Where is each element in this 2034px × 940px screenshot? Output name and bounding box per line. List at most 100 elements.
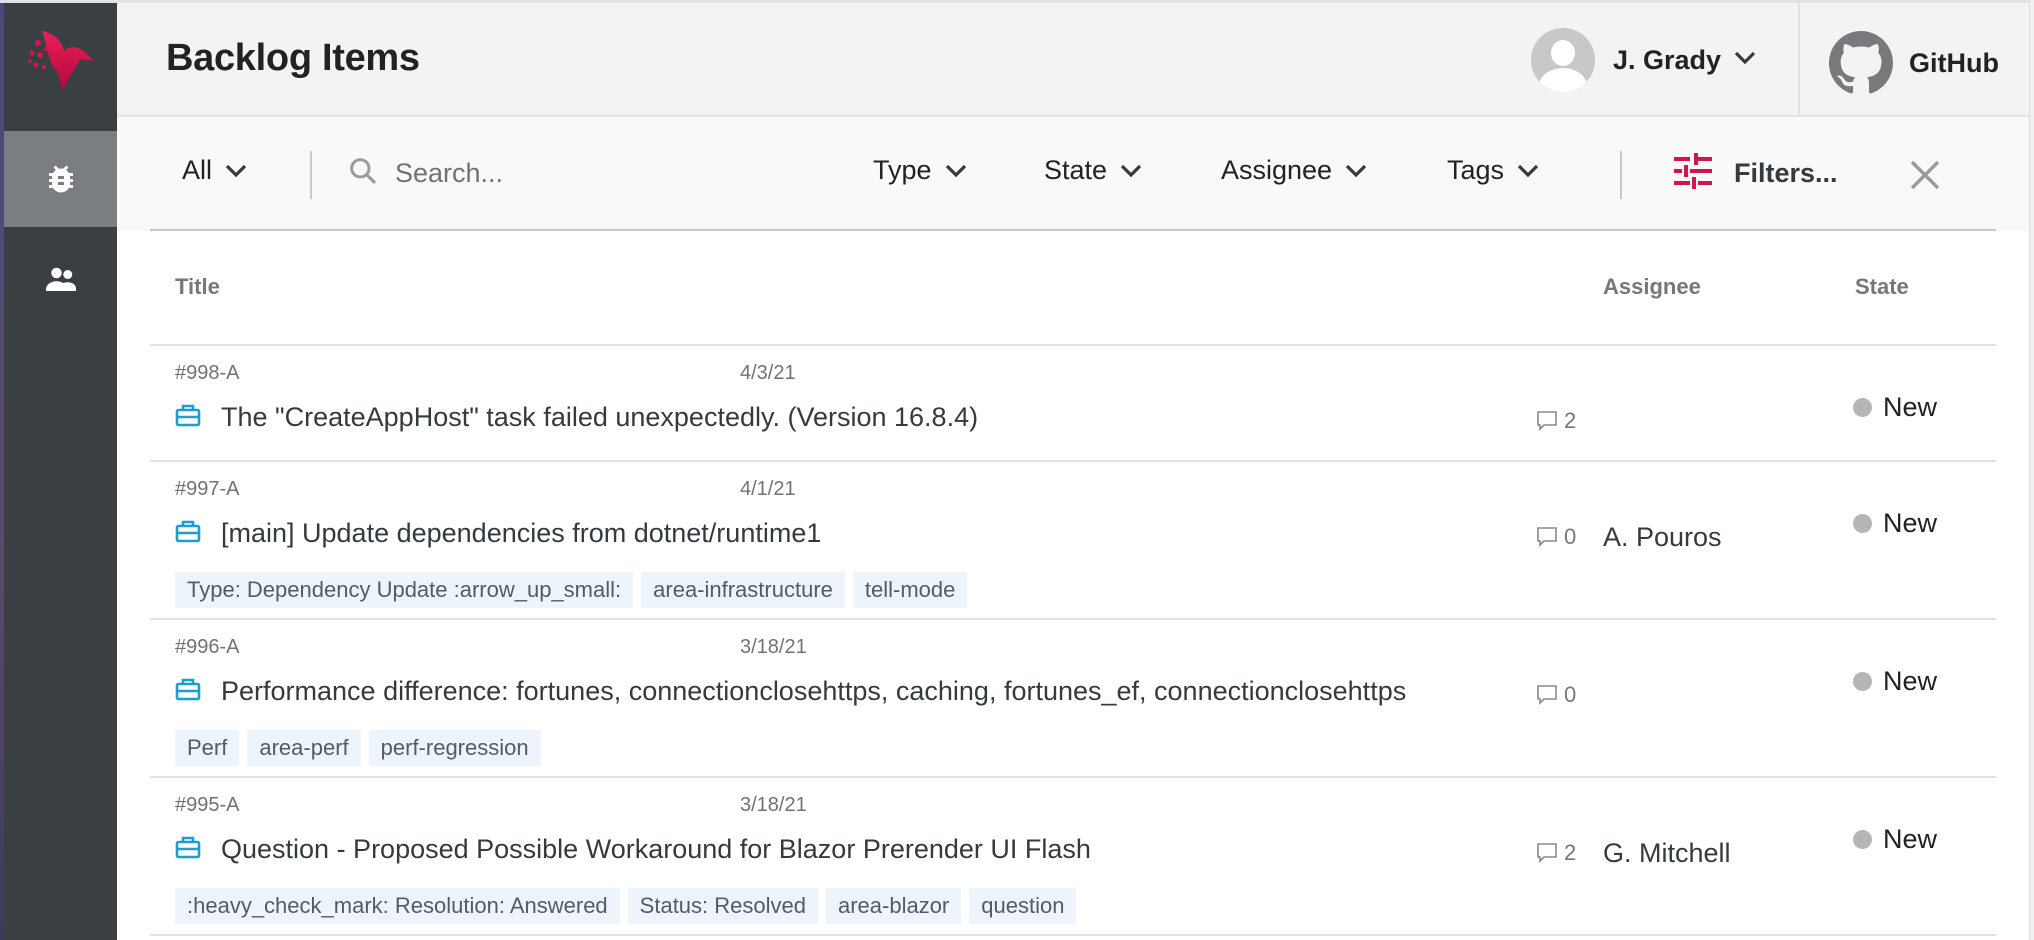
item-date: 4/1/21 bbox=[740, 478, 796, 500]
tag-chip[interactable]: :heavy_check_mark: Resolution: Answered bbox=[175, 888, 620, 924]
item-date: 4/3/21 bbox=[740, 362, 796, 384]
chevron-down-icon bbox=[224, 155, 248, 186]
item-id[interactable]: #998-A bbox=[175, 362, 240, 385]
sliders-icon bbox=[1674, 153, 1712, 194]
clear-filters-button[interactable] bbox=[1907, 157, 1943, 193]
item-title-line: Question - Proposed Possible Workaround … bbox=[175, 834, 1091, 865]
scope-label: All bbox=[182, 155, 213, 185]
page-header: Backlog Items J. Grady GitHub bbox=[117, 3, 2029, 117]
state-label: New bbox=[1883, 824, 1938, 854]
item-date: 3/18/21 bbox=[740, 794, 807, 816]
table-row[interactable]: #998-A 4/3/21 The "CreateAppHost" task fai… bbox=[150, 346, 1996, 462]
github-label: GitHub bbox=[1909, 47, 1999, 78]
chevron-down-icon bbox=[1119, 155, 1143, 186]
state-label: New bbox=[1883, 508, 1938, 538]
tag-list: Type: Dependency Update :arrow_up_small:… bbox=[175, 572, 968, 608]
state-filter-label: State bbox=[1044, 155, 1108, 185]
comment-count-value: 0 bbox=[1564, 682, 1577, 707]
sidebar-item-backlog[interactable] bbox=[4, 131, 117, 227]
user-name: J. Grady bbox=[1613, 44, 1722, 75]
state-label: New bbox=[1883, 666, 1938, 696]
item-title-line: The "CreateAppHost" task failed unexpect… bbox=[175, 402, 978, 433]
sidebar-item-team[interactable] bbox=[4, 231, 117, 327]
status-badge: New bbox=[1853, 824, 1937, 855]
column-header-state[interactable]: State bbox=[1855, 274, 1909, 300]
assignee-filter-dropdown[interactable]: Assignee bbox=[1221, 155, 1368, 186]
type-filter-label: Type bbox=[873, 155, 932, 185]
comment-count[interactable]: 0 bbox=[1536, 524, 1576, 550]
item-title[interactable]: Question - Proposed Possible Workaround … bbox=[221, 834, 1091, 865]
status-badge: New bbox=[1853, 666, 1937, 697]
user-menu[interactable]: J. Grady bbox=[1531, 27, 1757, 93]
filters-label: Filters... bbox=[1734, 158, 1838, 188]
comment-count-value: 0 bbox=[1564, 524, 1577, 549]
type-filter-dropdown[interactable]: Type bbox=[873, 155, 968, 186]
item-assignee: G. Mitchell bbox=[1603, 838, 1731, 868]
page-title: Backlog Items bbox=[166, 37, 420, 79]
tag-chip[interactable]: area-perf bbox=[247, 730, 361, 766]
item-title[interactable]: The "CreateAppHost" task failed unexpect… bbox=[221, 402, 978, 433]
search-box bbox=[347, 145, 847, 201]
comment-count[interactable]: 0 bbox=[1536, 682, 1576, 708]
comment-count-value: 2 bbox=[1564, 408, 1577, 433]
scope-dropdown[interactable]: All bbox=[182, 155, 248, 186]
state-dot-icon bbox=[1853, 398, 1872, 417]
avatar bbox=[1531, 28, 1595, 92]
tag-chip[interactable]: Type: Dependency Update :arrow_up_small: bbox=[175, 572, 634, 608]
tag-list: Perf area-perf perf-regression bbox=[175, 730, 541, 766]
comment-count[interactable]: 2 bbox=[1536, 408, 1576, 434]
tag-chip[interactable]: question bbox=[969, 888, 1077, 924]
task-briefcase-icon bbox=[175, 835, 201, 864]
table-row[interactable]: #995-A 3/18/21 Question - Proposed Possibl… bbox=[150, 778, 1996, 936]
column-header-assignee[interactable]: Assignee bbox=[1603, 274, 1701, 300]
toolbar-divider bbox=[1620, 151, 1622, 199]
chevron-down-icon bbox=[1733, 50, 1757, 71]
github-icon bbox=[1829, 31, 1893, 94]
item-title-line: Performance difference: fortunes, connec… bbox=[175, 676, 1406, 707]
filter-toolbar: All Type State Assignee Tags bbox=[117, 117, 2029, 231]
tag-list: :heavy_check_mark: Resolution: Answered S… bbox=[175, 888, 1077, 924]
app-window: Backlog Items J. Grady GitHub All Search… bbox=[0, 0, 2034, 940]
item-id[interactable]: #997-A bbox=[175, 478, 240, 501]
item-date: 3/18/21 bbox=[740, 636, 807, 658]
search-input[interactable] bbox=[395, 157, 815, 189]
status-badge: New bbox=[1853, 392, 1937, 423]
chevron-down-icon bbox=[1344, 155, 1368, 186]
comment-icon bbox=[1537, 527, 1557, 547]
toolbar-divider bbox=[310, 151, 312, 199]
assignee-filter-label: Assignee bbox=[1221, 155, 1333, 185]
toolbar-border bbox=[150, 229, 1996, 231]
tag-chip[interactable]: area-blazor bbox=[825, 888, 962, 924]
comment-icon bbox=[1537, 411, 1557, 431]
comment-count-value: 2 bbox=[1564, 840, 1577, 865]
table-row[interactable]: #996-A 3/18/21 Performance difference: for… bbox=[150, 620, 1996, 778]
bug-icon bbox=[48, 165, 73, 193]
comment-icon bbox=[1537, 843, 1557, 863]
tags-filter-dropdown[interactable]: Tags bbox=[1447, 155, 1540, 186]
tag-chip[interactable]: Perf bbox=[175, 730, 240, 766]
item-id[interactable]: #996-A bbox=[175, 636, 240, 659]
item-assignee: A. Pouros bbox=[1603, 522, 1722, 552]
tag-chip[interactable]: perf-regression bbox=[368, 730, 541, 766]
table-row[interactable]: #997-A 4/1/21 [main] Update dependencies f… bbox=[150, 462, 1996, 620]
bird-logo-icon[interactable] bbox=[18, 25, 100, 97]
item-id[interactable]: #995-A bbox=[175, 794, 240, 817]
github-link[interactable]: GitHub bbox=[1829, 31, 1999, 95]
state-dot-icon bbox=[1853, 672, 1872, 691]
close-icon bbox=[1910, 160, 1940, 190]
state-filter-dropdown[interactable]: State bbox=[1044, 155, 1143, 186]
window-edge bbox=[2029, 0, 2034, 940]
chevron-down-icon bbox=[1516, 155, 1540, 186]
item-title[interactable]: Performance difference: fortunes, connec… bbox=[221, 676, 1406, 707]
tag-chip[interactable]: Status: Resolved bbox=[627, 888, 818, 924]
header-divider bbox=[1798, 3, 1800, 117]
column-header-title[interactable]: Title bbox=[175, 274, 220, 300]
item-title[interactable]: [main] Update dependencies from dotnet/r… bbox=[221, 518, 821, 549]
tag-chip[interactable]: area-infrastructure bbox=[641, 572, 845, 608]
state-label: New bbox=[1883, 392, 1938, 422]
sidebar bbox=[4, 3, 117, 940]
task-briefcase-icon bbox=[175, 677, 201, 706]
tag-chip[interactable]: tell-mode bbox=[852, 572, 968, 608]
comment-count[interactable]: 2 bbox=[1536, 840, 1576, 866]
filters-button[interactable]: Filters... bbox=[1674, 153, 1838, 194]
